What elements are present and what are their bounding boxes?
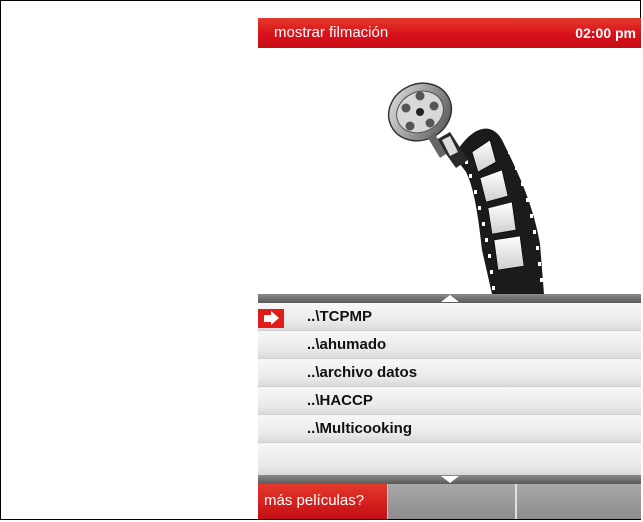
list-item-label: ..\Multicooking <box>307 420 412 437</box>
folder-list: ..\TCPMP ..\ahumado ..\archivo datos ..\… <box>258 303 641 475</box>
clock: 02:00 pm <box>575 25 636 41</box>
film-reel-icon <box>387 82 544 294</box>
softkey-3-button[interactable] <box>515 484 641 519</box>
list-item-label: ..\ahumado <box>307 336 387 353</box>
list-item[interactable]: ..\Multicooking <box>258 415 641 443</box>
arrow-right-icon <box>258 309 284 328</box>
bottom-toolbar: más películas? <box>258 484 641 519</box>
screen-title: mostrar filmación <box>274 24 389 41</box>
scroll-down-bar[interactable] <box>258 475 641 484</box>
list-item[interactable]: ..\TCPMP <box>258 303 641 331</box>
device-screen: mostrar filmación 02:00 pm ..\TCPMP ..\a… <box>258 18 641 519</box>
list-item[interactable]: ..\ahumado <box>258 331 641 359</box>
list-item-label: ..\HACCP <box>307 392 373 409</box>
list-item-label: ..\archivo datos <box>307 364 418 381</box>
list-item[interactable]: ..\HACCP <box>258 387 641 415</box>
title-bar: mostrar filmación 02:00 pm <box>258 18 641 48</box>
list-item[interactable]: ..\archivo datos <box>258 359 641 387</box>
caret-down-icon <box>440 476 459 483</box>
list-item-label: ..\TCPMP <box>307 308 373 325</box>
caret-up-icon <box>440 295 459 302</box>
scroll-up-bar[interactable] <box>258 294 641 303</box>
list-item-empty <box>258 443 641 475</box>
softkey-2-button[interactable] <box>387 484 515 519</box>
hero-image <box>258 48 641 294</box>
more-movies-button[interactable]: más películas? <box>258 484 387 519</box>
